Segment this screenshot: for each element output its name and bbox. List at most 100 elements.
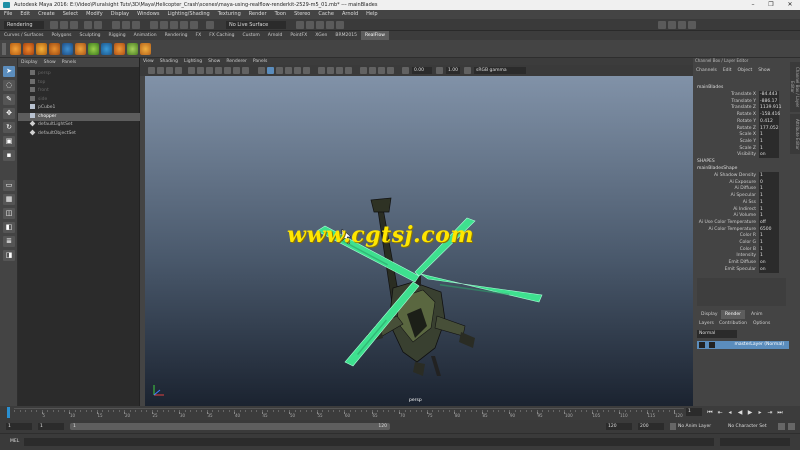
- hypershade-icon[interactable]: [336, 21, 344, 29]
- perspective-viewport[interactable]: www.cgtsj.com persp: [145, 76, 693, 406]
- undo-icon[interactable]: [84, 21, 92, 29]
- render-preview-icon[interactable]: [709, 342, 715, 348]
- menu-lighting-shading[interactable]: Lighting/Shading: [163, 10, 213, 19]
- outliner-item-pcube1[interactable]: pCube1: [18, 104, 140, 112]
- channel-box-menu-channels[interactable]: Channels: [693, 63, 720, 79]
- open-scene-icon[interactable]: [60, 21, 68, 29]
- realflow-collider-icon[interactable]: [101, 43, 112, 55]
- contribution-menu[interactable]: Contribution: [719, 321, 747, 326]
- wireframe-on-shaded-icon[interactable]: [276, 67, 283, 74]
- menu-create[interactable]: Create: [34, 10, 59, 19]
- render-view-icon[interactable]: [296, 21, 304, 29]
- anti-aliasing-icon[interactable]: [336, 67, 343, 74]
- ambient-occlusion-icon[interactable]: [318, 67, 325, 74]
- outliner-item-side[interactable]: side: [18, 95, 140, 104]
- shelf-tab-sculpting[interactable]: Sculpting: [76, 31, 105, 40]
- shelf-tab-polygons[interactable]: Polygons: [48, 31, 76, 40]
- channel-box-menu-object[interactable]: Object: [735, 63, 756, 79]
- range-slider[interactable]: 1 120: [70, 423, 390, 430]
- outliner-menu-panels[interactable]: Panels: [59, 58, 79, 67]
- film-gate-icon[interactable]: [197, 67, 204, 74]
- grid-icon[interactable]: [188, 67, 195, 74]
- tab-render[interactable]: Render: [721, 310, 746, 319]
- step-back-key-icon[interactable]: ⇤: [716, 408, 724, 417]
- outliner-menu-show[interactable]: Show: [41, 58, 59, 67]
- resolution-gate-icon[interactable]: [206, 67, 213, 74]
- shelf-tab-curves-surfaces[interactable]: Curves / Surfaces: [0, 31, 48, 40]
- shelf-tab-custom[interactable]: Custom: [239, 31, 264, 40]
- realflow-solver-icon[interactable]: [75, 43, 86, 55]
- smooth-shade-icon[interactable]: [267, 67, 274, 74]
- use-lights-icon[interactable]: [294, 67, 301, 74]
- viewport-menu-view[interactable]: View: [140, 58, 157, 65]
- image-plane-icon[interactable]: [175, 67, 182, 74]
- menu-render[interactable]: Render: [245, 10, 271, 19]
- snap-grid-icon[interactable]: [150, 21, 158, 29]
- auto-key-icon[interactable]: [778, 423, 785, 430]
- renderable-icon[interactable]: [699, 342, 705, 348]
- shelf-tab-fx-caching[interactable]: FX Caching: [205, 31, 238, 40]
- viewport-menu-renderer[interactable]: Renderer: [223, 58, 250, 65]
- menu-modify[interactable]: Modify: [82, 10, 107, 19]
- snap-view-icon[interactable]: [180, 21, 188, 29]
- command-input[interactable]: [24, 438, 714, 446]
- playback-end-field[interactable]: 120: [606, 423, 632, 430]
- menu-edit[interactable]: Edit: [16, 10, 34, 19]
- outliner-item-defaultobjectset[interactable]: defaultObjectSet: [18, 129, 140, 138]
- wireframe-icon[interactable]: [258, 67, 265, 74]
- menu-toon[interactable]: Toon: [271, 10, 291, 19]
- menu-set-dropdown[interactable]: Rendering: [4, 21, 44, 29]
- animation-start-field[interactable]: 1: [6, 423, 32, 430]
- menu-arnold[interactable]: Arnold: [338, 10, 362, 19]
- shadows-icon[interactable]: [303, 67, 310, 74]
- shelf-tab-arnold[interactable]: Arnold: [264, 31, 287, 40]
- menu-windows[interactable]: Windows: [133, 10, 163, 19]
- close-button[interactable]: ✕: [781, 0, 799, 10]
- modeling-toolkit-icon[interactable]: [658, 21, 666, 29]
- viewport-menu-shading[interactable]: Shading: [157, 58, 181, 65]
- menu-texturing[interactable]: Texturing: [214, 10, 245, 19]
- outliner-layout-icon[interactable]: ≣: [3, 236, 15, 247]
- menu-file[interactable]: File: [0, 10, 16, 19]
- select-camera-icon[interactable]: [148, 67, 155, 74]
- realflow-export-icon[interactable]: [140, 43, 151, 55]
- channel-box-menu-show[interactable]: Show: [755, 63, 773, 79]
- viewport-menu-lighting[interactable]: Lighting: [181, 58, 205, 65]
- viewport-menu-show[interactable]: Show: [205, 58, 223, 65]
- realflow-emitter-icon[interactable]: [23, 43, 34, 55]
- shelf-tab-rendering[interactable]: Rendering: [161, 31, 192, 40]
- shelf-tab-animation[interactable]: Animation: [130, 31, 161, 40]
- menu-select[interactable]: Select: [59, 10, 82, 19]
- lasso-tool-icon[interactable]: ◌: [3, 80, 15, 91]
- side-tab-attribute-editor[interactable]: Attribute Editor: [790, 114, 800, 154]
- side-tab-channel-box[interactable]: Channel Box / Layer Editor: [790, 62, 800, 112]
- rotate-tool-icon[interactable]: ↻: [3, 122, 15, 133]
- shelf-tab-rigging[interactable]: Rigging: [105, 31, 130, 40]
- shelf-tab-pointfx[interactable]: PointFX: [286, 31, 311, 40]
- channel-box-menu-edit[interactable]: Edit: [720, 63, 735, 79]
- bookmarks-icon[interactable]: [166, 67, 173, 74]
- four-view-layout-icon[interactable]: ▦: [3, 194, 15, 205]
- channel-value-field[interactable]: on: [759, 265, 779, 273]
- tab-anim[interactable]: Anim: [747, 310, 767, 319]
- channel-box-toggle-icon[interactable]: [688, 21, 696, 29]
- exposure-icon[interactable]: [402, 67, 409, 74]
- options-menu[interactable]: Options: [753, 321, 770, 326]
- render-layer-row[interactable]: masterLayer (Normal): [697, 341, 789, 349]
- gamma-field[interactable]: 1.00: [446, 67, 460, 74]
- shelf-tab-fx[interactable]: FX: [192, 31, 206, 40]
- step-forward-key-icon[interactable]: ⇥: [766, 408, 774, 417]
- menu-stereo[interactable]: Stereo: [290, 10, 314, 19]
- field-chart-icon[interactable]: [224, 67, 231, 74]
- mel-label[interactable]: MEL: [10, 439, 19, 444]
- realflow-cache-icon[interactable]: [88, 43, 99, 55]
- time-slider[interactable]: 5 10 15 20 25 30 35 40 45 50 55 60 65 70 75 80 85 90 95 100…: [0, 406, 800, 420]
- preferences-icon[interactable]: [788, 423, 795, 430]
- move-tool-icon[interactable]: ✥: [3, 108, 15, 119]
- view-transform-icon[interactable]: [464, 67, 471, 74]
- current-frame-marker[interactable]: [7, 407, 10, 418]
- outliner-item-front[interactable]: front: [18, 87, 140, 95]
- shelf-tab-xgen[interactable]: XGen: [311, 31, 331, 40]
- safe-action-icon[interactable]: [233, 67, 240, 74]
- paint-select-icon[interactable]: ✎: [3, 94, 15, 105]
